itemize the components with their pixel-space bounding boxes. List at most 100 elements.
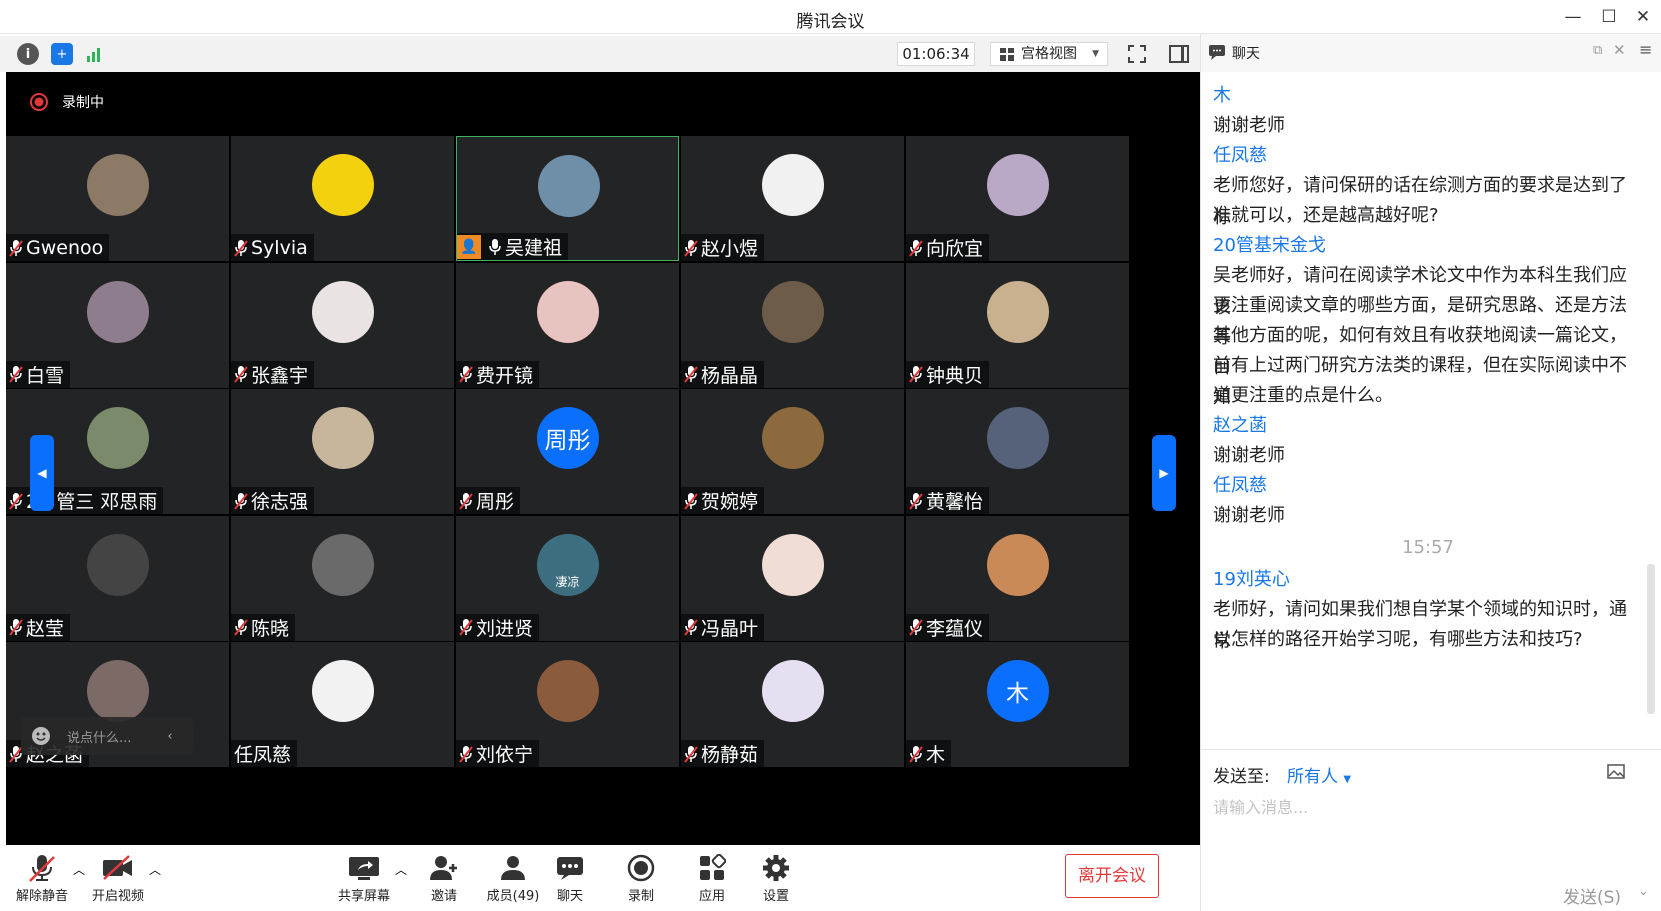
participant-tile[interactable]: 杨晶晶 — [681, 262, 904, 388]
chat-message-text: 谢谢老师 — [1213, 505, 1285, 526]
video-options-chevron-icon[interactable]: ︿ — [149, 861, 161, 878]
participant-nameplate: 周彤 — [456, 487, 521, 514]
participant-name: 费开镜 — [476, 364, 534, 387]
popout-icon[interactable]: ⧉ — [1593, 43, 1602, 58]
record-icon — [627, 854, 655, 882]
participant-tile[interactable]: 杨静茹 — [681, 642, 904, 767]
send-button[interactable]: 发送(S) — [1563, 883, 1621, 908]
mic-muted-icon — [9, 619, 23, 636]
divider — [1201, 749, 1661, 750]
chat-sender: 20管基宋金戈 — [1213, 235, 1326, 256]
send-to-selector[interactable]: 所有人 ▼ — [1287, 762, 1351, 787]
mic-muted-icon — [234, 366, 248, 383]
info-icon[interactable]: i — [17, 43, 39, 65]
maximize-icon[interactable]: ☐ — [1596, 4, 1622, 30]
participant-tile[interactable]: 白雪 — [6, 262, 229, 388]
invite-icon — [430, 856, 457, 880]
send-options-icon[interactable]: ⌄ — [1638, 884, 1649, 899]
emoji-icon[interactable] — [31, 726, 51, 746]
share-options-chevron-icon[interactable]: ︿ — [395, 861, 407, 878]
participant-tile[interactable]: 黄馨怡 — [906, 389, 1129, 514]
apps-button[interactable]: 应用 — [676, 851, 748, 904]
participant-tile[interactable]: 赵小煜 — [681, 136, 904, 261]
image-icon[interactable] — [1607, 764, 1625, 779]
side-panel-toggle-icon[interactable] — [1168, 43, 1190, 65]
signal-icon[interactable] — [84, 43, 106, 65]
prev-page-arrow-icon[interactable]: ◀ — [30, 435, 54, 511]
start-video-button[interactable]: 开启视频 — [82, 851, 154, 904]
participant-tile[interactable]: 凄凉 刘进贤 — [456, 515, 679, 641]
invite-button[interactable]: 邀请 — [408, 851, 480, 904]
participant-nameplate: 白雪 — [6, 360, 71, 388]
participant-tile[interactable]: 👤 吴建祖 — [456, 136, 679, 261]
gear-icon — [763, 855, 789, 881]
participant-tile[interactable]: Sylvia — [231, 136, 454, 261]
participant-tile[interactable]: 冯晶叶 — [681, 515, 904, 641]
participant-name: 木 — [926, 744, 946, 766]
participant-tile[interactable]: 木木 — [906, 642, 1129, 767]
recording-label: 录制中 — [62, 95, 104, 111]
chat-message-list: 木谢谢老师 任凤慈 老师您好，请问保研的话在综测方面的要求是达到了标 准就可以，还是越… — [1201, 72, 1641, 752]
avatar — [311, 154, 374, 216]
settings-button[interactable]: 设置 — [740, 851, 812, 904]
view-mode-label: 宫格视图 — [1021, 46, 1077, 62]
participant-tile[interactable]: 贺婉婷 — [681, 389, 904, 514]
participant-nameplate: 赵莹 — [6, 613, 71, 641]
participant-nameplate: 刘进贤 — [456, 613, 540, 641]
participant-nameplate: 徐志强 — [231, 487, 315, 514]
participant-nameplate: 刘依宁 — [456, 740, 540, 767]
mic-muted-icon — [9, 239, 23, 257]
participant-tile[interactable]: Gwenoo — [6, 136, 229, 261]
minimize-icon[interactable]: — — [1560, 4, 1586, 30]
chat-scrollbar[interactable] — [1647, 564, 1655, 714]
collapse-icon[interactable]: ‹ — [167, 729, 172, 744]
recording-icon — [30, 93, 48, 111]
chat-label: 聊天 — [556, 889, 583, 904]
participant-tile[interactable]: 陈晓 — [231, 515, 454, 641]
leave-meeting-button[interactable]: 离开会议 — [1065, 854, 1159, 898]
chat-message-text: 以怎样的路径开始学习呢，有哪些方法和技巧? — [1213, 629, 1583, 650]
mic-muted-icon — [684, 619, 698, 636]
participant-nameplate: 费开镜 — [456, 360, 540, 388]
participant-tile[interactable]: 李蕴仪 — [906, 515, 1129, 641]
close-icon[interactable]: ✕ — [1630, 4, 1656, 30]
participant-tile[interactable]: 向欣宜 — [906, 136, 1129, 261]
participant-tile[interactable]: 费开镜 — [456, 262, 679, 388]
unmute-button[interactable]: 解除静音 — [6, 851, 78, 904]
participant-tile[interactable]: 任凤慈 — [231, 642, 454, 767]
participant-tile[interactable]: 钟典贝 — [906, 262, 1129, 388]
participant-nameplate: 冯晶叶 — [681, 613, 765, 641]
menu-icon[interactable]: ≡ — [1639, 40, 1652, 59]
shield-icon[interactable]: + — [51, 43, 73, 65]
participant-name: 周彤 — [476, 491, 515, 513]
participant-tile[interactable]: 刘依宁 — [456, 642, 679, 767]
avatar — [536, 280, 599, 343]
avatar — [761, 660, 824, 722]
avatar — [986, 533, 1049, 596]
share-screen-button[interactable]: 共享屏幕 — [328, 851, 400, 904]
chat-button[interactable]: 聊天 — [534, 851, 606, 904]
members-icon — [501, 856, 525, 880]
participant-tile[interactable]: 赵莹 — [6, 515, 229, 641]
participant-tile[interactable]: 周彤 周彤 — [456, 389, 679, 514]
participant-tile[interactable]: 徐志强 — [231, 389, 454, 514]
avatar — [986, 280, 1049, 343]
next-page-arrow-icon[interactable]: ▶ — [1152, 435, 1176, 511]
participant-name: Sylvia — [251, 236, 308, 259]
fullscreen-icon[interactable] — [1126, 43, 1148, 65]
close-chat-icon[interactable]: ✕ — [1613, 41, 1626, 59]
participant-nameplate: 赵小煜 — [681, 234, 765, 261]
participant-name: 张鑫宇 — [251, 364, 309, 387]
share-screen-label: 共享屏幕 — [337, 889, 390, 904]
participant-name: 赵小煜 — [701, 238, 759, 260]
participant-tile[interactable]: 张鑫宇 — [231, 262, 454, 388]
participant-name: 刘进贤 — [476, 617, 534, 640]
record-button[interactable]: 录制 — [605, 851, 677, 904]
view-mode-selector[interactable]: 宫格视图 ▼ — [990, 42, 1108, 66]
quick-chat-input[interactable]: 说点什么... ‹ — [21, 717, 193, 755]
message-input[interactable]: 请输入消息... — [1213, 794, 1308, 818]
chat-sender: 木 — [1213, 85, 1231, 106]
mic-muted-icon — [684, 492, 698, 510]
chat-message-text: 道更注重的点是什么。 — [1213, 385, 1393, 406]
participant-name: 刘依宁 — [476, 744, 534, 766]
